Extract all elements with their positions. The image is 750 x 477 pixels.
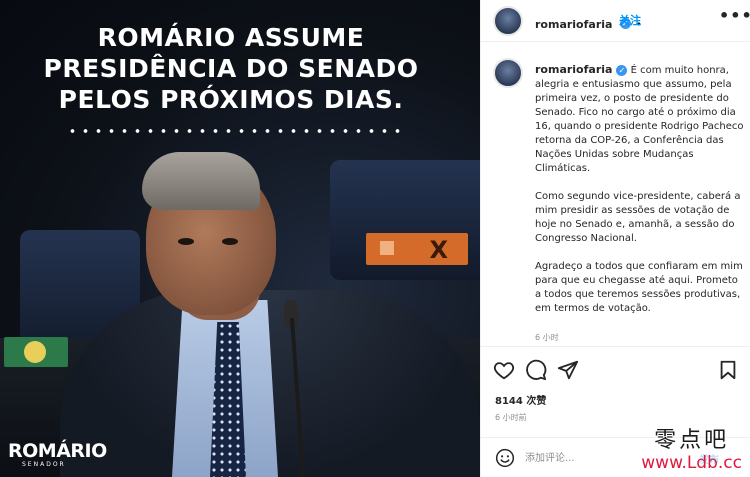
romario-logo-subtitle: SENADOR	[22, 461, 66, 468]
avatar[interactable]	[493, 58, 523, 88]
dotted-divider	[66, 128, 406, 134]
senate-seal	[4, 337, 68, 367]
caption-time: 6 小时	[535, 333, 559, 342]
post-header: romariofaria ✓ • 关注 •••	[481, 0, 750, 42]
avatar[interactable]	[493, 6, 523, 36]
action-bar	[481, 346, 750, 392]
username-link[interactable]: romariofaria	[535, 18, 612, 31]
caption-area: romariofaria ✓ É com muito honra, alegria…	[481, 42, 750, 344]
headline: ROMÁRIO ASSUME PRESIDÊNCIA DO SENADO PEL…	[0, 22, 462, 115]
desk-nameplate: X	[366, 233, 468, 265]
headline-line: ROMÁRIO ASSUME	[97, 23, 365, 52]
headline-line: PELOS PRÓXIMOS DIAS.	[58, 85, 404, 114]
hair	[142, 152, 260, 210]
watermark-url: www.Ldb.cc	[641, 453, 742, 473]
share-icon[interactable]	[557, 359, 579, 381]
eye	[222, 238, 238, 245]
headline-line: PRESIDÊNCIA DO SENADO	[43, 54, 419, 83]
site-watermark: 零点吧 www.Ldb.cc	[641, 428, 742, 474]
follow-button[interactable]: 关注	[619, 12, 641, 28]
more-options-icon[interactable]: •••	[719, 6, 750, 25]
watermark-chinese: 零点吧	[654, 428, 730, 453]
post-timestamp[interactable]: 6 小时前	[495, 412, 527, 423]
verified-badge-icon: ✓	[616, 64, 628, 76]
comment-icon[interactable]	[525, 359, 547, 381]
emoji-icon[interactable]	[495, 448, 515, 468]
caption-username-link[interactable]: romariofaria	[535, 63, 612, 76]
post-image[interactable]: X ROMÁRIO ASSUME PRESIDÊNCIA DO SENADO P…	[0, 0, 480, 477]
caption-paragraph: Como segundo vice-presidente, caberá a m…	[535, 191, 741, 244]
romario-logo: ROMÁRIO	[8, 440, 107, 462]
bookmark-icon[interactable]	[717, 359, 739, 381]
eye	[178, 238, 194, 245]
caption: romariofaria ✓ É com muito honra, alegria…	[535, 63, 747, 330]
like-count[interactable]: 8144 次赞	[495, 392, 546, 407]
heart-icon[interactable]	[493, 359, 515, 381]
caption-paragraph: Agradeço a todos que confiaram em mim pa…	[535, 261, 743, 314]
caption-paragraph: É com muito honra, alegria e entusiasmo …	[535, 65, 744, 174]
post-side-panel: romariofaria ✓ • 关注 ••• romariofaria ✓ É …	[480, 0, 750, 477]
